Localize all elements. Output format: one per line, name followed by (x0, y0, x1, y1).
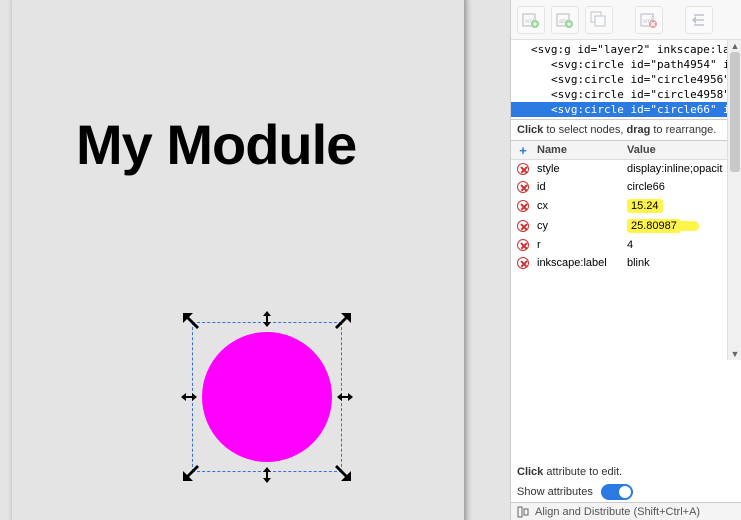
xml-toolbar: xml abc xml (511, 0, 741, 40)
attribute-row[interactable]: cy25.80987 (511, 216, 741, 236)
xml-editor-panel: xml abc xml <svg:g id="layer2" inkscape:… (510, 0, 741, 520)
add-attribute-button[interactable]: + (511, 143, 535, 158)
tree-hint-click: Click (517, 124, 543, 136)
align-label: Align and Distribute (Shift+Ctrl+A) (535, 506, 700, 518)
selected-circle-shape[interactable] (202, 332, 332, 462)
document-page: My Module (12, 0, 464, 520)
resize-handle-bottom-left[interactable] (183, 465, 199, 481)
attribute-row[interactable]: idcircle66 (511, 178, 741, 196)
show-attributes-row: Show attributes (517, 484, 633, 500)
attribute-value[interactable]: blink (625, 257, 741, 269)
attribute-row[interactable]: inkscape:labelblink (511, 254, 741, 272)
selection-bounding-box[interactable] (192, 322, 342, 472)
resize-handle-bottom[interactable] (259, 467, 275, 483)
attribute-row[interactable]: cx15.24 (511, 196, 741, 216)
resize-handle-top-right[interactable] (335, 313, 351, 329)
delete-node-button[interactable]: xml (635, 6, 663, 34)
xml-node[interactable]: <svg:g id="layer2" inkscape:label (511, 42, 741, 57)
duplicate-node-button[interactable] (585, 6, 613, 34)
xml-node[interactable]: <svg:circle id="circle4958" ink (511, 87, 741, 102)
xml-node-selected[interactable]: <svg:circle id="circle66" inksca (511, 102, 741, 117)
attribute-name[interactable]: id (535, 181, 625, 193)
xml-tree[interactable]: <svg:g id="layer2" inkscape:label <svg:c… (511, 40, 741, 120)
resize-handle-bottom-right[interactable] (335, 465, 351, 481)
attribute-table: styledisplay:inline;opacitidcircle66cx15… (511, 160, 741, 272)
new-element-node-button[interactable]: xml (517, 6, 545, 34)
resize-handle-top-left[interactable] (183, 313, 199, 329)
attribute-name[interactable]: cx (535, 200, 625, 212)
delete-attribute-button[interactable] (511, 220, 535, 232)
align-distribute-bar[interactable]: Align and Distribute (Shift+Ctrl+A) (511, 502, 741, 520)
xml-node[interactable]: <svg:circle id="circle4956" ink (511, 72, 741, 87)
attribute-row[interactable]: styledisplay:inline;opacit (511, 160, 741, 178)
delete-attribute-button[interactable] (511, 163, 535, 175)
attribute-value[interactable]: display:inline;opacit (625, 163, 741, 175)
attribute-edit-hint: Click attribute to edit. (517, 466, 735, 478)
page-title-text: My Module (76, 112, 356, 177)
delete-attribute-button[interactable] (511, 200, 535, 212)
resize-handle-left[interactable] (181, 389, 197, 405)
resize-handle-top[interactable] (259, 311, 275, 327)
tree-hint: Click to select nodes, drag to rearrange… (511, 120, 741, 141)
unindent-node-button[interactable] (685, 6, 713, 34)
delete-attribute-button[interactable] (511, 257, 535, 269)
attribute-name[interactable]: r (535, 239, 625, 251)
attr-header-name[interactable]: Name (535, 141, 625, 159)
panel-scrollbar[interactable]: ▲ ▼ (727, 40, 741, 360)
attribute-value[interactable]: 15.24 (625, 199, 741, 213)
attr-header-value[interactable]: Value (625, 141, 741, 159)
new-text-node-button[interactable]: abc (551, 6, 579, 34)
scroll-down-icon[interactable]: ▼ (728, 348, 741, 360)
xml-node[interactable]: <svg:circle id="path4954" ink (511, 57, 741, 72)
delete-attribute-button[interactable] (511, 181, 535, 193)
canvas-area[interactable]: My Module (0, 0, 510, 520)
attribute-table-header: + Name Value (511, 141, 741, 160)
tree-hint-drag: drag (626, 124, 650, 136)
attribute-value[interactable]: 4 (625, 239, 741, 251)
attribute-name[interactable]: inkscape:label (535, 257, 625, 269)
attribute-row[interactable]: r4 (511, 236, 741, 254)
show-attributes-toggle[interactable] (601, 484, 633, 500)
scroll-thumb[interactable] (730, 52, 740, 172)
show-attributes-label: Show attributes (517, 486, 593, 498)
attribute-name[interactable]: cy (535, 220, 625, 232)
resize-handle-right[interactable] (337, 389, 353, 405)
scroll-up-icon[interactable]: ▲ (728, 40, 741, 52)
attribute-value[interactable]: 25.80987 (625, 219, 741, 233)
align-icon (517, 505, 531, 519)
attribute-name[interactable]: style (535, 163, 625, 175)
delete-attribute-button[interactable] (511, 239, 535, 251)
attribute-value[interactable]: circle66 (625, 181, 741, 193)
